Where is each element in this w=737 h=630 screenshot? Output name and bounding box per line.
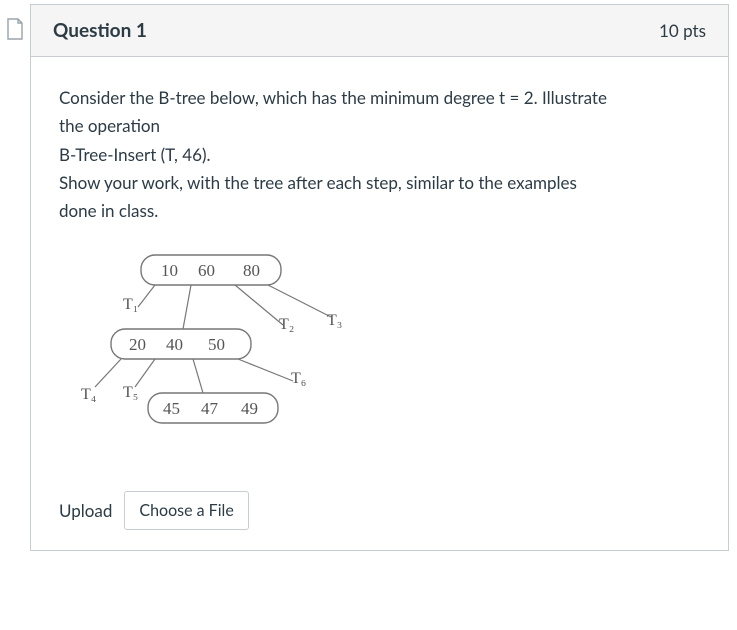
leaf-key: 49 — [241, 399, 258, 418]
question-title: Question 1 — [53, 19, 147, 42]
mid-key: 50 — [208, 335, 225, 354]
subtree-label-t5: T₅ — [123, 384, 138, 401]
leaf-key: 47 — [201, 399, 219, 418]
prompt-line: Consider the B-tree below, which has the… — [59, 85, 700, 111]
question-status-icon — [0, 4, 30, 40]
prompt-line: B-Tree-Insert (T, 46). — [59, 142, 700, 168]
mid-key: 40 — [166, 335, 183, 354]
upload-label: Upload — [59, 500, 112, 521]
upload-row: Upload Choose a File — [59, 491, 700, 530]
btree-figure: 10 60 80 T₁ T₂ T₃ 20 4 — [63, 247, 700, 451]
subtree-label-t2: T₂ — [279, 316, 294, 333]
question-points: 10 pts — [659, 20, 706, 41]
prompt-line: done in class. — [59, 198, 700, 224]
leaf-key: 45 — [163, 399, 180, 418]
root-key: 60 — [198, 261, 215, 280]
question-card: Question 1 10 pts Consider the B-tree be… — [30, 4, 729, 551]
root-key: 10 — [161, 261, 178, 280]
question-prompt: Consider the B-tree below, which has the… — [59, 85, 700, 225]
subtree-label-t1: T₁ — [123, 296, 138, 313]
choose-file-button[interactable]: Choose a File — [124, 491, 248, 530]
question-header: Question 1 10 pts — [31, 5, 728, 57]
mid-key: 20 — [129, 335, 146, 354]
subtree-label-t3: T₃ — [327, 312, 342, 329]
prompt-line: the operation — [59, 113, 700, 139]
subtree-label-t6: T₆ — [291, 370, 306, 387]
subtree-label-t4: T₄ — [81, 386, 97, 403]
root-key: 80 — [243, 261, 260, 280]
prompt-line: Show your work, with the tree after each… — [59, 170, 700, 196]
